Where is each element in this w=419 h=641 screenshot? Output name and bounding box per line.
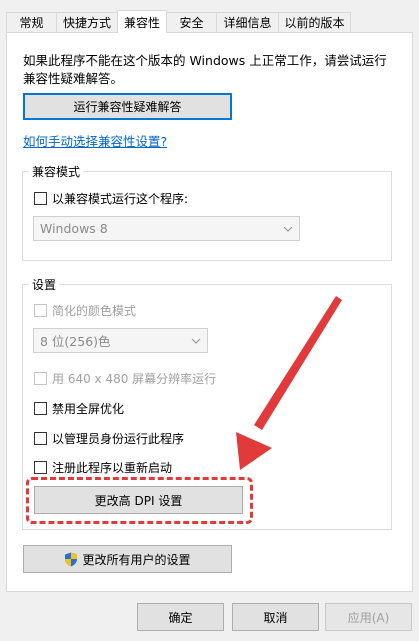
color-depth-select[interactable]: 8 位(256)色 xyxy=(33,328,208,353)
compat-mode-label: 以兼容模式运行这个程序: xyxy=(52,192,189,206)
all-users-button[interactable]: 更改所有用户的设置 xyxy=(23,545,232,573)
all-users-label: 更改所有用户的设置 xyxy=(82,552,191,567)
compat-mode-group: 兼容模式 xyxy=(22,163,392,261)
reduced-color-row: 简化的颜色模式 xyxy=(34,302,136,319)
disable-fullscreen-label: 禁用全屏优化 xyxy=(52,402,125,416)
ok-button[interactable]: 确定 xyxy=(137,603,224,631)
reduced-color-label: 简化的颜色模式 xyxy=(52,304,137,318)
troubleshoot-button[interactable]: 运行兼容性疑难解答 xyxy=(23,93,232,120)
register-restart-checkbox[interactable] xyxy=(34,461,47,474)
reduced-color-checkbox[interactable] xyxy=(34,304,47,317)
intro-text: 如果此程序不能在这个版本的 Windows 上正常工作，请尝试运行兼容性疑难解答… xyxy=(23,53,387,86)
color-depth-value: 8 位(256)色 xyxy=(40,334,111,349)
tab-bar: 常规 快捷方式 兼容性 安全 详细信息 以前的版本 xyxy=(6,10,413,33)
tab-shortcut[interactable]: 快捷方式 xyxy=(56,12,118,32)
cancel-button[interactable]: 取消 xyxy=(232,603,319,631)
tab-security[interactable]: 安全 xyxy=(166,12,217,32)
register-restart-row: 注册此程序以重新启动 xyxy=(34,459,172,476)
compat-mode-checkbox[interactable] xyxy=(34,192,47,205)
annotation-highlight-box xyxy=(26,477,253,524)
manual-settings-link[interactable]: 如何手动选择兼容性设置? xyxy=(23,131,167,150)
settings-legend: 设置 xyxy=(32,278,57,292)
tab-general[interactable]: 常规 xyxy=(6,12,57,32)
res-640-label: 用 640 x 480 屏幕分辨率运行 xyxy=(52,372,217,386)
res-640-row: 用 640 x 480 屏幕分辨率运行 xyxy=(34,370,216,387)
compat-mode-row: 以兼容模式运行这个程序: xyxy=(34,190,188,207)
register-restart-label: 注册此程序以重新启动 xyxy=(52,461,173,475)
compat-os-select[interactable]: Windows 8 xyxy=(33,216,300,241)
compat-os-value: Windows 8 xyxy=(40,221,108,236)
disable-fullscreen-checkbox[interactable] xyxy=(34,402,47,415)
run-as-admin-row: 以管理员身份运行此程序 xyxy=(34,430,184,447)
tab-previous-versions[interactable]: 以前的版本 xyxy=(278,12,351,32)
uac-shield-icon xyxy=(65,552,78,566)
chevron-down-icon xyxy=(191,338,201,344)
res-640-checkbox[interactable] xyxy=(34,372,47,385)
run-as-admin-checkbox[interactable] xyxy=(34,432,47,445)
compat-mode-legend: 兼容模式 xyxy=(32,165,81,179)
tab-details[interactable]: 详细信息 xyxy=(216,12,279,32)
chevron-down-icon xyxy=(283,226,293,232)
run-as-admin-label: 以管理员身份运行此程序 xyxy=(52,432,185,446)
disable-fullscreen-row: 禁用全屏优化 xyxy=(34,400,124,417)
apply-button[interactable]: 应用(A) xyxy=(325,603,412,631)
tab-compatibility[interactable]: 兼容性 xyxy=(117,10,167,33)
